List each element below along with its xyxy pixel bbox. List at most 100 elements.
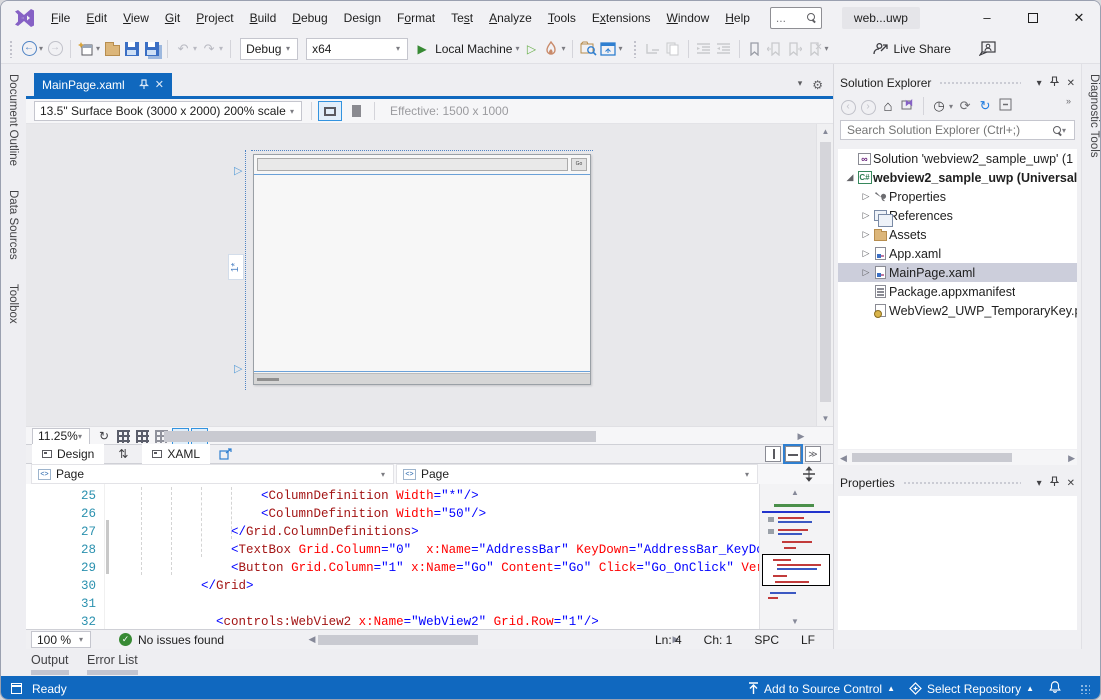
home-icon[interactable]: ⌂	[878, 98, 898, 115]
menu-item-git[interactable]: Git	[157, 7, 188, 29]
next-bookmark-button[interactable]	[786, 38, 804, 60]
go-button-preview[interactable]: Go	[571, 158, 587, 171]
toolbar-overflow-icon[interactable]: »	[1066, 96, 1071, 106]
tree-item-solution[interactable]: ∞Solution 'webview2_sample_uwp' (1 of 1 …	[838, 149, 1077, 168]
start-without-debugging-button[interactable]: ▷	[522, 38, 540, 60]
expander-icon[interactable]: ▷	[860, 229, 872, 240]
scroll-down-icon[interactable]: ▼	[817, 411, 833, 426]
close-tab-icon[interactable]: ✕	[155, 78, 164, 91]
editor-zoom-combo[interactable]: 100 %▾	[31, 631, 91, 648]
collapse-all-icon[interactable]	[995, 98, 1015, 114]
pin-icon[interactable]	[1050, 476, 1059, 490]
editor-splitter-grip[interactable]	[801, 466, 819, 482]
redo-button[interactable]: ↷	[200, 38, 218, 60]
row-definition-badge[interactable]: 1*	[228, 254, 244, 280]
menu-item-window[interactable]: Window	[659, 7, 718, 29]
menu-item-edit[interactable]: Edit	[78, 7, 115, 29]
scroll-up-icon[interactable]: ▲	[791, 488, 799, 497]
add-to-source-control-button[interactable]: Add to Source Control ▲	[748, 682, 895, 696]
bookmarks-dropdown[interactable]: ▾	[825, 44, 829, 53]
menu-item-format[interactable]: Format	[389, 7, 443, 29]
find-in-files-button[interactable]	[579, 38, 597, 60]
live-share-button[interactable]: Live Share	[894, 42, 951, 56]
editor-minimap[interactable]: ▲ ▼	[759, 484, 833, 629]
solution-explorer-header[interactable]: Solution Explorer ▾ ✕	[834, 72, 1081, 94]
code-line-25[interactable]: 25 <ColumnDefinition Width="*"/>	[26, 487, 759, 505]
undo-button[interactable]: ↶	[174, 38, 192, 60]
tree-item-assets[interactable]: ▷Assets	[838, 225, 1077, 244]
tree-item-properties[interactable]: ▷Properties	[838, 187, 1077, 206]
design-view-tab[interactable]: Design	[32, 444, 104, 464]
search-input[interactable]	[847, 123, 1053, 137]
expander-icon[interactable]: ▷	[860, 210, 872, 221]
code-line-26[interactable]: 26 <ColumnDefinition Width="50"/>	[26, 505, 759, 523]
undo-dropdown[interactable]: ▾	[193, 44, 197, 53]
tool-tab-data-sources[interactable]: Data Sources	[7, 180, 19, 274]
navigate-back-button[interactable]: ←	[20, 38, 38, 60]
panel-drag-grip[interactable]	[939, 81, 1020, 86]
maximize-button[interactable]	[1010, 1, 1056, 34]
page-artboard[interactable]: Go	[253, 154, 591, 385]
menu-item-project[interactable]: Project	[188, 7, 241, 29]
orientation-landscape-button[interactable]	[318, 101, 342, 121]
tool-tab-diagnostic-tools[interactable]: Diagnostic Tools	[1088, 64, 1100, 172]
search-options-dropdown[interactable]: ▾	[1062, 126, 1066, 135]
menu-item-design[interactable]: Design	[336, 7, 389, 29]
row-marker-icon[interactable]: ▷	[234, 362, 242, 375]
tab-list-chevron-icon[interactable]: ▾	[798, 78, 803, 92]
scroll-down-icon[interactable]: ▼	[791, 617, 799, 626]
scroll-up-icon[interactable]: ▲	[817, 124, 833, 139]
restore-layout-icon[interactable]	[11, 683, 22, 694]
solution-platform-combo[interactable]: x64▾	[306, 38, 408, 60]
expander-icon[interactable]: ▷	[860, 191, 872, 202]
designer-vertical-scrollbar[interactable]: ▲ ▼	[816, 124, 833, 426]
toolbar-grip[interactable]	[9, 40, 13, 58]
hot-reload-dropdown[interactable]: ▾	[561, 44, 565, 53]
swap-panes-icon[interactable]: ⇅	[118, 447, 128, 461]
increase-indent-button[interactable]	[715, 38, 733, 60]
debug-target-dropdown[interactable]: ▾	[515, 44, 519, 53]
window-position-chevron-icon[interactable]: ▾	[1037, 478, 1042, 489]
clear-bookmarks-button[interactable]	[806, 38, 824, 60]
tool-tab-toolbox[interactable]: Toolbox	[7, 274, 19, 338]
code-line-30[interactable]: 30 </Grid>	[26, 577, 759, 595]
new-project-dropdown[interactable]: ▾	[96, 44, 100, 53]
redo-dropdown[interactable]: ▾	[219, 44, 223, 53]
refresh-icon[interactable]: ↻	[975, 98, 995, 114]
notifications-bell-icon[interactable]	[1048, 680, 1062, 697]
window-layout-dropdown[interactable]: ▾	[618, 44, 622, 53]
decrease-indent-button[interactable]	[695, 38, 713, 60]
properties-panel-header[interactable]: Properties ▾ ✕	[834, 472, 1081, 494]
menu-item-file[interactable]: File	[43, 7, 78, 29]
forward-button[interactable]: ›	[858, 97, 878, 115]
titlebar-search[interactable]: ...	[770, 7, 822, 29]
switch-views-icon[interactable]	[898, 98, 918, 114]
menu-item-analyze[interactable]: Analyze	[481, 7, 540, 29]
close-icon[interactable]: ✕	[1067, 478, 1075, 489]
pin-icon[interactable]	[139, 79, 149, 90]
toggle-bookmark-button[interactable]	[746, 38, 764, 60]
code-line-31[interactable]: 31	[26, 595, 759, 613]
solution-explorer-search[interactable]: ▾	[840, 120, 1075, 140]
minimize-button[interactable]: –	[964, 1, 1010, 34]
vertical-split-button[interactable]	[765, 446, 781, 462]
save-button[interactable]	[123, 38, 141, 60]
previous-bookmark-button[interactable]	[766, 38, 784, 60]
close-button[interactable]: ✕	[1056, 1, 1101, 34]
navigate-back-dropdown[interactable]: ▾	[39, 44, 43, 53]
tool-tab-document-outline[interactable]: Document Outline	[7, 64, 19, 180]
navigate-forward-button[interactable]: →	[46, 38, 64, 60]
menu-item-extensions[interactable]: Extensions	[584, 7, 659, 29]
menu-item-debug[interactable]: Debug	[284, 7, 335, 29]
tab-mainpage-xaml[interactable]: MainPage.xaml ✕	[34, 73, 172, 96]
tree-item-app-xaml[interactable]: ▷App.xaml	[838, 244, 1077, 263]
expander-icon[interactable]: ◢	[844, 172, 856, 183]
panel-drag-grip[interactable]	[903, 481, 1021, 486]
scrollbar-thumb[interactable]	[164, 431, 596, 442]
scroll-right-icon[interactable]: ▶	[1068, 453, 1075, 464]
minimap-viewport[interactable]	[762, 554, 830, 586]
resize-grip[interactable]	[1080, 684, 1090, 694]
tool-tab-output[interactable]: Output	[31, 653, 69, 667]
pin-icon[interactable]	[1050, 76, 1059, 90]
tree-item-webview2-uwp-temporarykey-pfx[interactable]: WebView2_UWP_TemporaryKey.pfx	[838, 301, 1077, 320]
